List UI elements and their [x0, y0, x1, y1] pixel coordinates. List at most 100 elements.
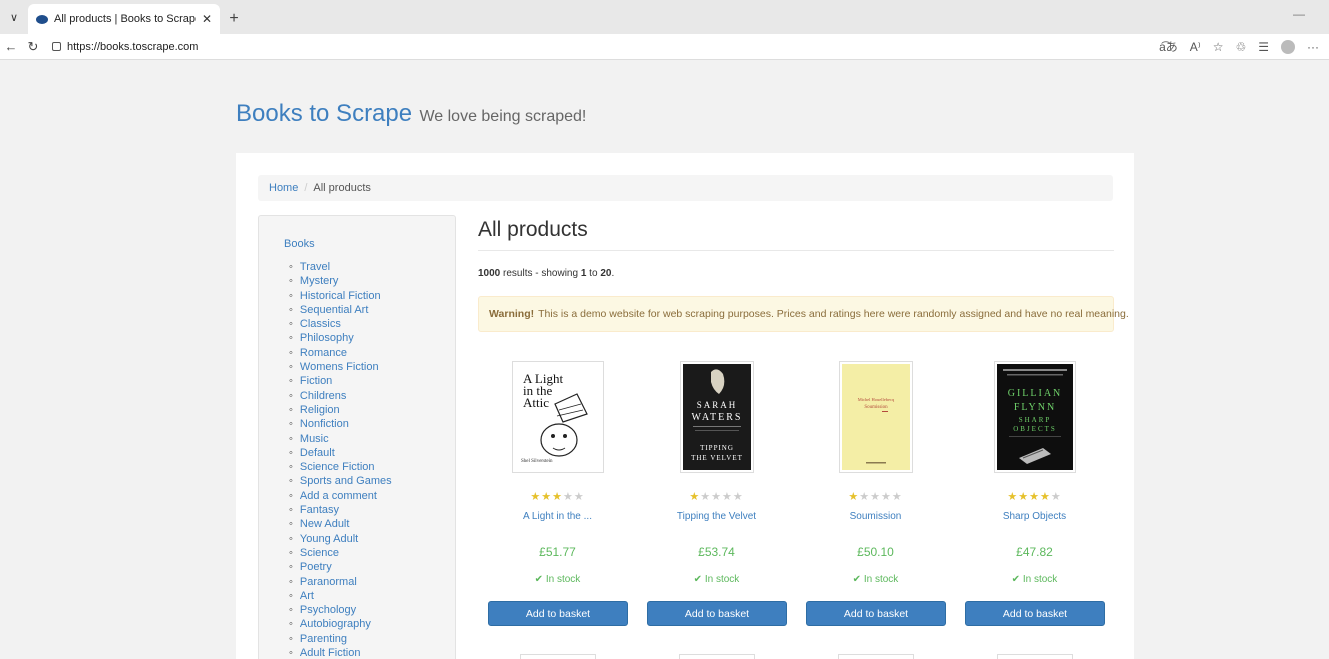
category-link[interactable]: Fantasy: [289, 503, 392, 517]
results-to: 20: [600, 268, 612, 279]
category-link[interactable]: Historical Fiction: [289, 289, 392, 303]
warning-text: This is a demo website for web scraping …: [538, 308, 1129, 320]
category-link[interactable]: Childrens: [289, 389, 392, 403]
browser-toolbar: a͡あ A⁾ ☆ ♲ ☰ ···: [1159, 38, 1319, 55]
more-menu-icon[interactable]: ···: [1307, 40, 1319, 54]
next-row-thumbnail[interactable]: [837, 654, 914, 659]
browser-tab[interactable]: All products | Books to Scrape - Sa ✕: [28, 4, 220, 34]
category-link[interactable]: Parenting: [289, 632, 392, 646]
product-title-link[interactable]: Soumission: [796, 511, 955, 522]
checkmark-icon: ✔: [693, 574, 705, 585]
web-page: Books to Scrape We love being scraped! H…: [0, 60, 1329, 659]
availability: ✔ In stock: [478, 574, 637, 585]
cover-author-last: FLYNN: [1013, 402, 1055, 413]
product-card: SARAH WATERS TIPPING THE VELVET ★★★★★ Ti…: [637, 361, 796, 659]
back-arrow-icon[interactable]: ←: [0, 39, 22, 54]
category-link[interactable]: Default: [289, 446, 392, 460]
book-cover-image: GILLIAN FLYNN SHARP OBJECTS: [996, 364, 1073, 470]
star-rating: ★★★★★: [478, 490, 637, 503]
category-link[interactable]: Romance: [289, 346, 392, 360]
add-to-basket-button[interactable]: Add to basket: [806, 601, 946, 626]
window-minimize-icon[interactable]: —: [1293, 7, 1305, 21]
tab-close-icon[interactable]: ✕: [202, 12, 212, 26]
breadcrumb-home-link[interactable]: Home: [269, 182, 298, 194]
category-link[interactable]: Autobiography: [289, 617, 392, 631]
category-link[interactable]: Poetry: [289, 560, 392, 574]
star-rating: ★★★★★: [637, 490, 796, 503]
profile-avatar[interactable]: [1281, 39, 1295, 54]
add-to-basket-button[interactable]: Add to basket: [965, 601, 1105, 626]
translate-icon[interactable]: a͡あ: [1159, 38, 1178, 55]
star-filled-icon: ★: [1007, 491, 1019, 503]
category-link[interactable]: Art: [289, 589, 392, 603]
category-link[interactable]: New Adult: [289, 517, 392, 531]
page-title: All products: [478, 218, 1114, 251]
category-link[interactable]: Womens Fiction: [289, 360, 392, 374]
cover-title-line2: THE VELVET: [691, 454, 743, 462]
add-to-basket-button[interactable]: Add to basket: [488, 601, 628, 626]
product-thumbnail-link[interactable]: A Light in the Attic Shel Silverstein: [511, 361, 604, 473]
new-tab-button[interactable]: +: [220, 4, 248, 34]
star-empty-icon: ★: [870, 491, 881, 503]
category-link[interactable]: Travel: [289, 260, 392, 274]
book-cover-image: A Light in the Attic Shel Silverstein: [514, 364, 601, 470]
product-card: GILLIAN FLYNN SHARP OBJECTS ★★★★★ Sharp …: [955, 361, 1114, 659]
refresh-icon[interactable]: ↻: [22, 39, 44, 55]
breadcrumb-separator: /: [304, 182, 308, 194]
breadcrumb: Home / All products: [258, 175, 1113, 201]
url-field[interactable]: https://books.toscrape.com: [44, 41, 198, 53]
category-link[interactable]: Adult Fiction: [289, 646, 392, 659]
category-link[interactable]: Music: [289, 432, 392, 446]
stock-text: In stock: [863, 574, 899, 585]
stock-text: In stock: [1022, 574, 1058, 585]
product-thumbnail-link[interactable]: GILLIAN FLYNN SHARP OBJECTS: [993, 361, 1076, 473]
product-price: £53.74: [698, 545, 735, 559]
star-filled-icon: ★: [689, 491, 701, 503]
checkmark-icon: ✔: [1011, 574, 1023, 585]
extensions-icon[interactable]: ♲: [1235, 40, 1246, 54]
category-link[interactable]: Add a comment: [289, 489, 392, 503]
next-row-thumbnail[interactable]: [996, 654, 1073, 659]
site-logo-link[interactable]: Books to Scrape: [236, 100, 412, 127]
tab-actions-chevron-icon[interactable]: ∨: [0, 0, 28, 34]
category-link[interactable]: Sequential Art: [289, 303, 392, 317]
results-summary: 1000 results - showing 1 to 20.: [478, 268, 1114, 279]
category-link[interactable]: Fiction: [289, 374, 392, 388]
read-aloud-icon[interactable]: A⁾: [1190, 40, 1201, 54]
star-empty-icon: ★: [880, 491, 892, 503]
category-link[interactable]: Religion: [289, 403, 392, 417]
category-link[interactable]: Science: [289, 546, 392, 560]
product-title-link[interactable]: Sharp Objects: [955, 511, 1114, 522]
category-link[interactable]: Classics: [289, 317, 392, 331]
category-link[interactable]: Paranormal: [289, 575, 392, 589]
product-thumbnail-link[interactable]: SARAH WATERS TIPPING THE VELVET: [679, 361, 754, 473]
favorites-list-icon[interactable]: ☰: [1258, 40, 1269, 54]
favorite-star-icon[interactable]: ☆: [1213, 40, 1224, 54]
address-bar: ← ↻ https://books.toscrape.com a͡あ A⁾ ☆ …: [0, 34, 1329, 60]
cover-author: Shel Silverstein: [521, 459, 553, 464]
category-link[interactable]: Philosophy: [289, 331, 392, 345]
sidebar-books-link[interactable]: Books: [284, 238, 315, 250]
site-info-icon[interactable]: [52, 42, 61, 51]
product-title-link[interactable]: Tipping the Velvet: [637, 511, 796, 522]
category-link[interactable]: Science Fiction: [289, 460, 392, 474]
checkmark-icon: ✔: [852, 574, 864, 585]
warning-label: Warning!: [489, 308, 535, 320]
checkmark-icon: ✔: [534, 574, 546, 585]
star-empty-icon: ★: [700, 491, 712, 503]
product-price: £47.82: [1016, 545, 1053, 559]
category-link[interactable]: Psychology: [289, 603, 392, 617]
category-link[interactable]: Mystery: [289, 274, 392, 288]
results-end: .: [611, 268, 615, 279]
category-link[interactable]: Young Adult: [289, 532, 392, 546]
product-title-link[interactable]: A Light in the ...: [478, 511, 637, 522]
next-row-thumbnail[interactable]: [519, 654, 596, 659]
category-link[interactable]: Sports and Games: [289, 474, 392, 488]
star-empty-icon: ★: [891, 491, 903, 503]
next-row-thumbnail[interactable]: [678, 654, 755, 659]
product-thumbnail-link[interactable]: Michel Houellebecq Soumission: [838, 361, 913, 473]
star-filled-icon: ★: [1039, 491, 1051, 503]
category-link[interactable]: Nonfiction: [289, 417, 392, 431]
add-to-basket-button[interactable]: Add to basket: [647, 601, 787, 626]
results-count: 1000: [478, 268, 501, 279]
